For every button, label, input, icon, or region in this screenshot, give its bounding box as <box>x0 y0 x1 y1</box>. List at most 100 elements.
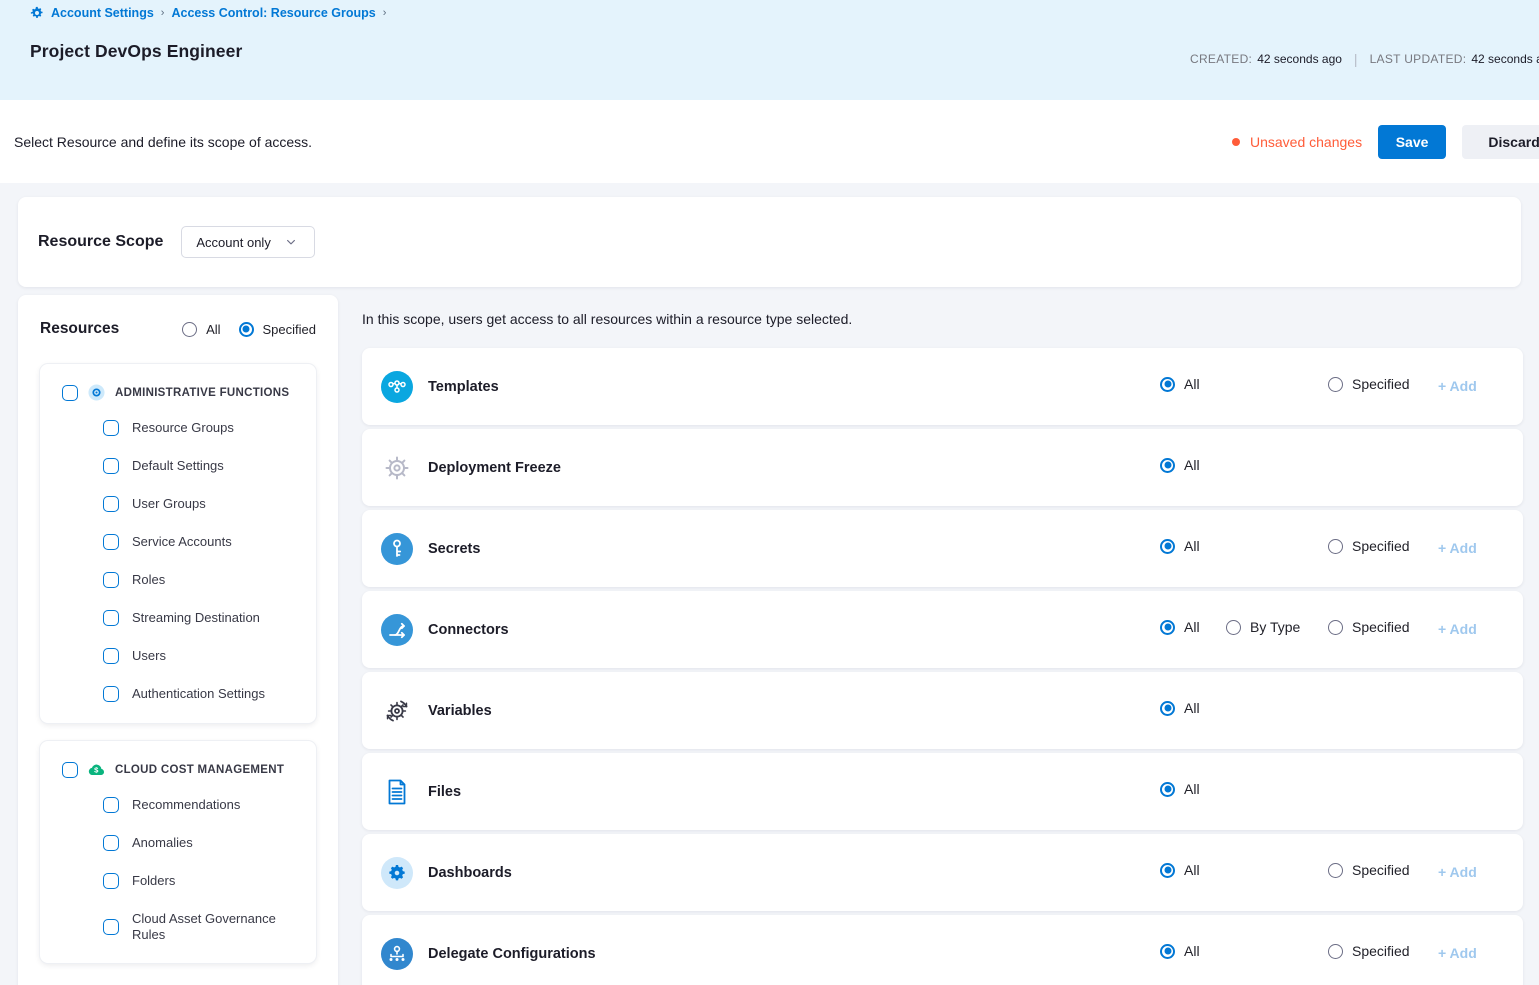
resource-item[interactable]: Users <box>40 637 316 675</box>
radio-all[interactable]: All <box>1160 376 1200 392</box>
unsaved-changes-label: Unsaved changes <box>1250 134 1362 150</box>
resource-row-title: Variables <box>428 703 492 719</box>
header-meta: CREATED: 42 seconds ago | LAST UPDATED: … <box>1190 51 1539 67</box>
add-button[interactable]: + Add <box>1438 540 1477 556</box>
resource-item[interactable]: Default Settings <box>40 447 316 485</box>
last-updated-value: 42 seconds ago <box>1471 52 1539 66</box>
resource-item[interactable]: Recommendations <box>40 786 316 824</box>
group-name: CLOUD COST MANAGEMENT <box>115 764 284 776</box>
dashboards-icon <box>381 857 413 889</box>
breadcrumb: Account Settings › Access Control: Resou… <box>0 0 1539 20</box>
page-header: Account Settings › Access Control: Resou… <box>0 0 1539 100</box>
deployment-freeze-icon <box>381 452 413 484</box>
resource-row: Delegate Configurations All Specified + … <box>362 915 1523 985</box>
item-checkbox[interactable] <box>103 797 119 813</box>
breadcrumb-resource-groups[interactable]: Access Control: Resource Groups <box>171 6 375 20</box>
resource-item[interactable]: Service Accounts <box>40 523 316 561</box>
item-checkbox[interactable] <box>103 420 119 436</box>
item-checkbox[interactable] <box>103 919 119 935</box>
item-checkbox[interactable] <box>103 873 119 889</box>
admin-functions-icon <box>88 384 105 401</box>
resource-row-title: Secrets <box>428 541 480 557</box>
radio-all[interactable]: All <box>1160 862 1200 878</box>
resource-item[interactable]: Streaming Destination <box>40 599 316 637</box>
meta-divider: | <box>1354 51 1358 67</box>
add-button[interactable]: + Add <box>1438 864 1477 880</box>
item-label: Cloud Asset Governance Rules <box>132 911 290 942</box>
templates-icon <box>381 371 413 403</box>
radio-all[interactable]: All <box>1160 943 1200 959</box>
item-checkbox[interactable] <box>103 458 119 474</box>
resource-row-title: Files <box>428 784 461 800</box>
resource-row: Variables All <box>362 672 1523 749</box>
action-toolbar: Select Resource and define its scope of … <box>0 100 1539 183</box>
cloud-cost-icon: $ <box>88 761 105 778</box>
radio-specified[interactable]: Specified <box>1328 376 1410 392</box>
created-label: CREATED: <box>1190 52 1252 66</box>
item-label: Service Accounts <box>132 534 232 550</box>
item-checkbox[interactable] <box>103 496 119 512</box>
connectors-icon <box>381 614 413 646</box>
item-checkbox[interactable] <box>103 572 119 588</box>
breadcrumb-account-settings[interactable]: Account Settings <box>51 6 154 20</box>
radio-all[interactable]: All <box>1160 619 1200 635</box>
add-button[interactable]: + Add <box>1438 621 1477 637</box>
item-label: Roles <box>132 572 165 588</box>
radio-specified[interactable]: Specified <box>1328 619 1410 635</box>
resource-scope-panel: Resource Scope Account only <box>18 197 1521 287</box>
item-checkbox[interactable] <box>103 648 119 664</box>
add-button[interactable]: + Add <box>1438 945 1477 961</box>
item-checkbox[interactable] <box>103 686 119 702</box>
radio-all[interactable]: All <box>1160 781 1200 797</box>
item-checkbox[interactable] <box>103 534 119 550</box>
resource-row-title: Dashboards <box>428 865 512 881</box>
radio-specified[interactable]: Specified <box>1328 862 1410 878</box>
add-button[interactable]: + Add <box>1438 378 1477 394</box>
discard-button[interactable]: Discard <box>1462 125 1539 159</box>
scope-intro-text: In this scope, users get access to all r… <box>362 311 1523 327</box>
item-label: Folders <box>132 873 175 889</box>
group-checkbox[interactable] <box>62 385 78 401</box>
resource-item[interactable]: Authentication Settings <box>40 675 316 713</box>
resource-item[interactable]: Roles <box>40 561 316 599</box>
item-checkbox[interactable] <box>103 610 119 626</box>
radio-all[interactable]: All <box>1160 457 1200 473</box>
radio-all[interactable]: All <box>1160 700 1200 716</box>
item-label: Anomalies <box>132 835 193 851</box>
resource-item[interactable]: Anomalies <box>40 824 316 862</box>
save-button[interactable]: Save <box>1378 125 1446 159</box>
toolbar-description: Select Resource and define its scope of … <box>14 134 312 150</box>
resource-row: Dashboards All Specified + Add <box>362 834 1523 911</box>
item-label: User Groups <box>132 496 206 512</box>
secrets-icon <box>381 533 413 565</box>
radio-specified[interactable]: Specified <box>1328 943 1410 959</box>
resource-item[interactable]: User Groups <box>40 485 316 523</box>
created-value: 42 seconds ago <box>1257 52 1342 66</box>
delegate-configurations-icon <box>381 938 413 970</box>
resource-scope-label: Resource Scope <box>38 233 163 251</box>
resource-row-title: Connectors <box>428 622 509 638</box>
chevron-down-icon <box>285 236 297 248</box>
content-area: Resource Scope Account only Resources Al… <box>0 183 1539 985</box>
resource-item[interactable]: Folders <box>40 862 316 900</box>
variables-icon <box>381 695 413 727</box>
resource-item[interactable]: Cloud Asset Governance Rules <box>40 900 316 953</box>
item-label: Streaming Destination <box>132 610 260 626</box>
settings-gear-icon <box>30 6 44 20</box>
radio-by-type[interactable]: By Type <box>1226 619 1300 635</box>
group-name: ADMINISTRATIVE FUNCTIONS <box>115 387 289 399</box>
resources-all-radio[interactable]: All <box>182 322 220 337</box>
resource-scope-dropdown[interactable]: Account only <box>181 226 315 258</box>
item-label: Authentication Settings <box>132 686 265 702</box>
group-checkbox[interactable] <box>62 762 78 778</box>
radio-specified[interactable]: Specified <box>1328 538 1410 554</box>
resources-specified-radio[interactable]: Specified <box>239 322 316 337</box>
resource-row: Deployment Freeze All <box>362 429 1523 506</box>
resource-row: Secrets All Specified + Add <box>362 510 1523 587</box>
resource-item[interactable]: Resource Groups <box>40 409 316 447</box>
resource-row-title: Delegate Configurations <box>428 946 596 962</box>
toolbar-actions: Unsaved changes Save Discard <box>1232 125 1539 159</box>
item-checkbox[interactable] <box>103 835 119 851</box>
breadcrumb-separator: › <box>381 7 389 19</box>
radio-all[interactable]: All <box>1160 538 1200 554</box>
